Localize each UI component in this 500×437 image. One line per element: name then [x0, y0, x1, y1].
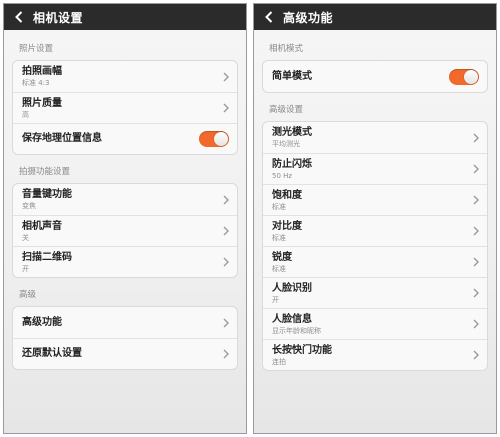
- settings-group-advanced-settings: 测光模式 平均测光 防止闪烁 50 Hz 饱和度 标准 对比度 标准 锐度 标准…: [262, 121, 488, 371]
- section-header-advanced: 高级: [19, 290, 37, 300]
- chevron-right-icon: [473, 319, 479, 329]
- page-title: 高级功能: [283, 10, 334, 25]
- left-screen: 相机设置 照片设置 拍照画幅 标准 4:3 照片质量 高 保存地理位置信息 拍摄…: [3, 3, 247, 434]
- setting-photo-quality[interactable]: 照片质量 高: [13, 92, 237, 123]
- setting-label: 还原默认设置: [22, 348, 82, 359]
- setting-label: 防止闪烁: [272, 159, 312, 170]
- section-header-photo: 照片设置: [19, 44, 54, 54]
- setting-long-press-shutter[interactable]: 长按快门功能 连拍: [263, 339, 487, 370]
- settings-group-camera-mode: 简单模式: [262, 60, 488, 93]
- setting-value: 变焦: [22, 202, 36, 210]
- setting-label: 测光模式: [272, 127, 312, 138]
- toggle-knob: [214, 132, 228, 146]
- setting-label: 简单模式: [272, 70, 312, 82]
- chevron-right-icon: [223, 349, 229, 359]
- setting-label: 保存地理位置信息: [22, 133, 102, 144]
- title-bar: 相机设置: [4, 4, 246, 30]
- setting-value: 连拍: [272, 358, 286, 366]
- setting-face-info[interactable]: 人脸信息 显示年龄和昵称: [263, 308, 487, 339]
- setting-label: 长按快门功能: [272, 345, 332, 356]
- setting-restore-defaults[interactable]: 还原默认设置: [13, 338, 237, 369]
- setting-label: 音量键功能: [22, 189, 72, 200]
- chevron-right-icon: [223, 195, 229, 204]
- setting-save-location[interactable]: 保存地理位置信息: [13, 123, 237, 154]
- setting-face-detection[interactable]: 人脸识别 开: [263, 277, 487, 308]
- chevron-right-icon: [473, 257, 479, 267]
- setting-anti-flicker[interactable]: 防止闪烁 50 Hz: [263, 153, 487, 184]
- chevron-right-icon: [473, 226, 479, 236]
- chevron-right-icon: [473, 288, 479, 298]
- setting-label: 锐度: [272, 252, 292, 263]
- setting-value: 平均测光: [272, 140, 300, 148]
- setting-value: 显示年龄和昵称: [272, 327, 321, 335]
- settings-group-photo: 拍照画幅 标准 4:3 照片质量 高 保存地理位置信息: [12, 60, 238, 155]
- section-header-shooting: 拍摄功能设置: [19, 167, 71, 177]
- setting-label: 人脸识别: [272, 283, 312, 294]
- setting-label: 相机声音: [22, 221, 62, 232]
- setting-value: 标准 4:3: [22, 79, 50, 87]
- toggle-knob: [464, 69, 478, 84]
- setting-label: 饱和度: [272, 190, 302, 201]
- setting-volume-key[interactable]: 音量键功能 变焦: [13, 184, 237, 215]
- chevron-right-icon: [473, 164, 479, 174]
- back-chevron-icon[interactable]: [12, 10, 26, 24]
- title-bar: 高级功能: [254, 4, 496, 30]
- chevron-right-icon: [223, 318, 229, 327]
- section-header-camera-mode: 相机模式: [269, 44, 304, 54]
- setting-value: 标准: [272, 234, 286, 242]
- chevron-right-icon: [223, 72, 229, 81]
- setting-label: 人脸信息: [272, 314, 312, 325]
- setting-value: 开: [22, 265, 29, 273]
- setting-label: 高级功能: [22, 316, 62, 328]
- back-chevron-icon[interactable]: [262, 10, 276, 24]
- settings-group-shooting: 音量键功能 变焦 相机声音 关 扫描二维码 开: [12, 183, 238, 278]
- location-toggle-switch[interactable]: [199, 131, 229, 147]
- setting-saturation[interactable]: 饱和度 标准: [263, 184, 487, 215]
- setting-contrast[interactable]: 对比度 标准: [263, 215, 487, 246]
- setting-label: 拍照画幅: [22, 66, 62, 77]
- page-title: 相机设置: [33, 10, 84, 25]
- chevron-right-icon: [223, 257, 229, 267]
- setting-label: 扫描二维码: [22, 252, 72, 263]
- settings-group-advanced: 高级功能 还原默认设置: [12, 306, 238, 370]
- chevron-right-icon: [473, 133, 479, 142]
- section-header-advanced-settings: 高级设置: [269, 105, 304, 115]
- setting-value: 50 Hz: [272, 172, 293, 180]
- setting-value: 标准: [272, 265, 286, 273]
- setting-qr-scan[interactable]: 扫描二维码 开: [13, 246, 237, 277]
- setting-value: 开: [272, 296, 279, 304]
- chevron-right-icon: [473, 195, 479, 205]
- setting-photo-aspect[interactable]: 拍照画幅 标准 4:3: [13, 61, 237, 92]
- chevron-right-icon: [473, 350, 479, 360]
- setting-value: 标准: [272, 203, 286, 211]
- setting-value: 高: [22, 111, 29, 119]
- setting-metering-mode[interactable]: 测光模式 平均测光: [263, 122, 487, 153]
- setting-label: 照片质量: [22, 98, 62, 109]
- setting-label: 对比度: [272, 221, 302, 232]
- chevron-right-icon: [223, 226, 229, 236]
- setting-value: 关: [22, 234, 29, 242]
- setting-sharpness[interactable]: 锐度 标准: [263, 246, 487, 277]
- simple-mode-toggle-switch[interactable]: [449, 68, 479, 85]
- right-screen: 高级功能 相机模式 简单模式 高级设置 测光模式 平均测光 防止闪烁 50 Hz…: [253, 3, 497, 434]
- setting-camera-sound[interactable]: 相机声音 关: [13, 215, 237, 246]
- setting-advanced-features[interactable]: 高级功能: [13, 307, 237, 338]
- setting-simple-mode[interactable]: 简单模式: [263, 61, 487, 92]
- chevron-right-icon: [223, 103, 229, 113]
